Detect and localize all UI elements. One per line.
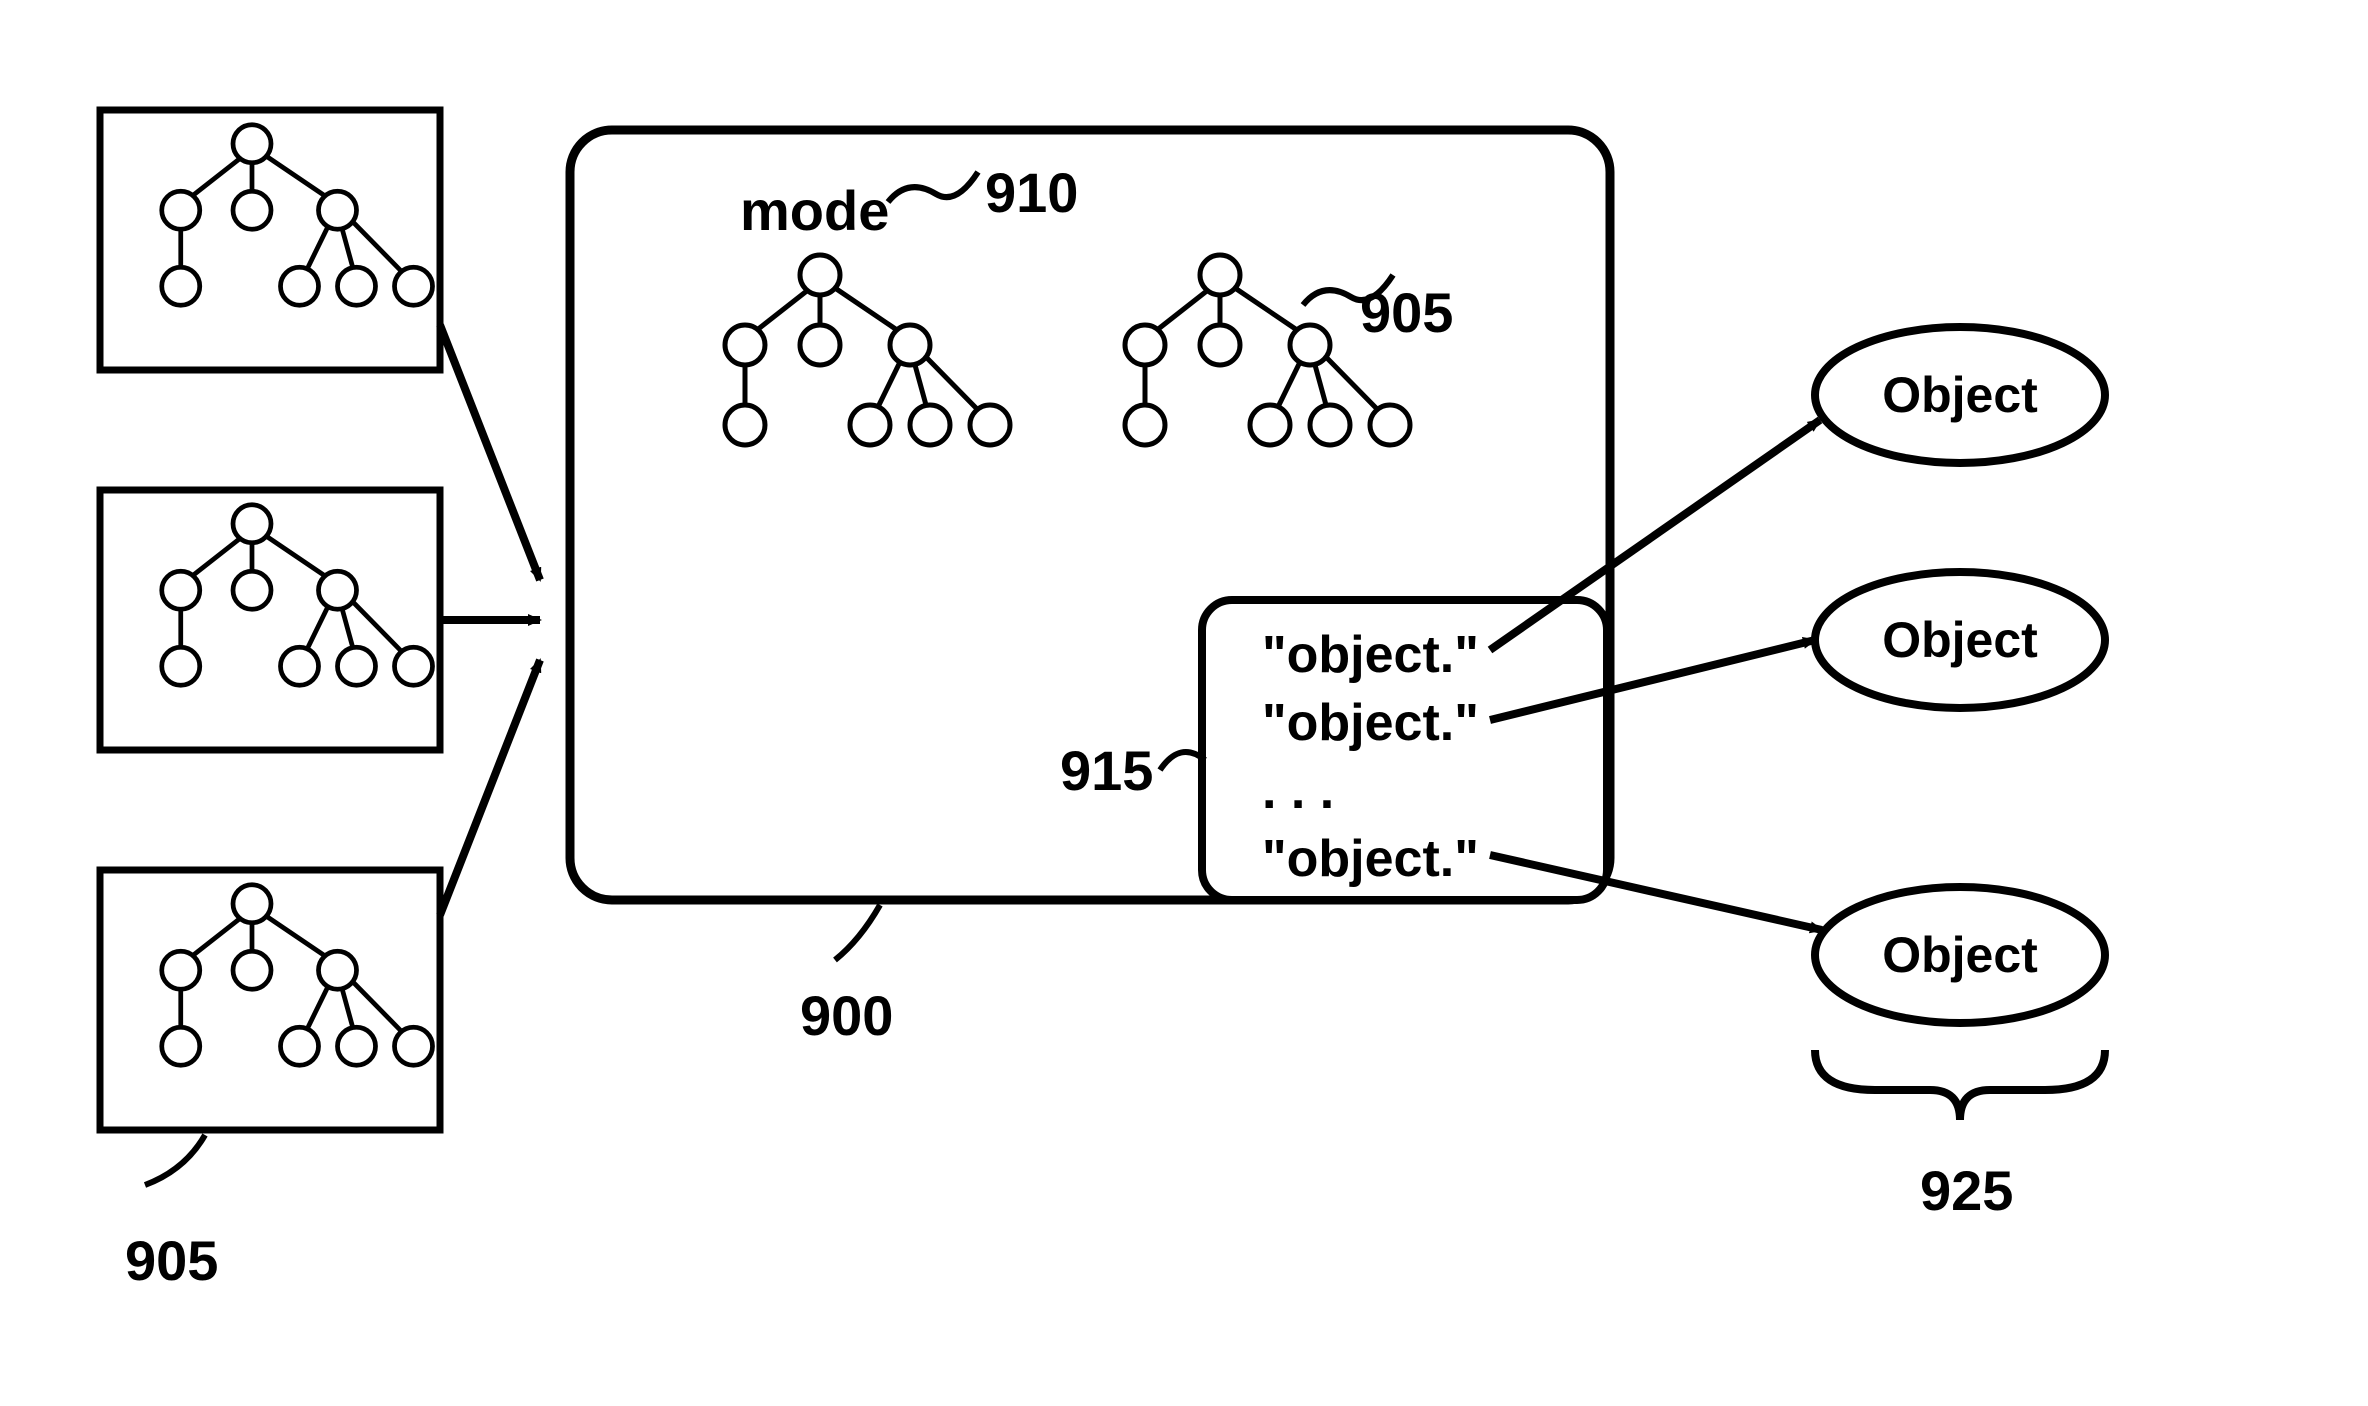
object-label: Object [1882,367,2038,423]
squiggle-icon [835,905,880,960]
object-label: Object [1882,927,2038,983]
ref-label: 905 [1360,281,1453,344]
list-item: "object." [1262,626,1479,684]
list-item: . . . [1262,762,1334,820]
diagram-root: 905 mode 910 905 "object." "object." . .… [0,0,2368,1406]
list-item: "object." [1262,694,1479,752]
ref-left-905: 905 [125,1135,218,1292]
mode-label: mode [740,179,889,242]
ref-label: 915 [1060,739,1153,802]
ref-label: 900 [800,984,893,1047]
left-tree-panels [100,110,440,1130]
left-to-main-arrows [440,325,540,915]
ref-label: 925 [1920,1159,2013,1222]
list-item: "object." [1262,830,1479,888]
output-objects: Object Object Object [1815,327,2105,1023]
ref-label: 910 [985,161,1078,224]
ref-label: 905 [125,1229,218,1292]
object-label: Object [1882,612,2038,668]
brace-icon [1815,1050,2105,1120]
